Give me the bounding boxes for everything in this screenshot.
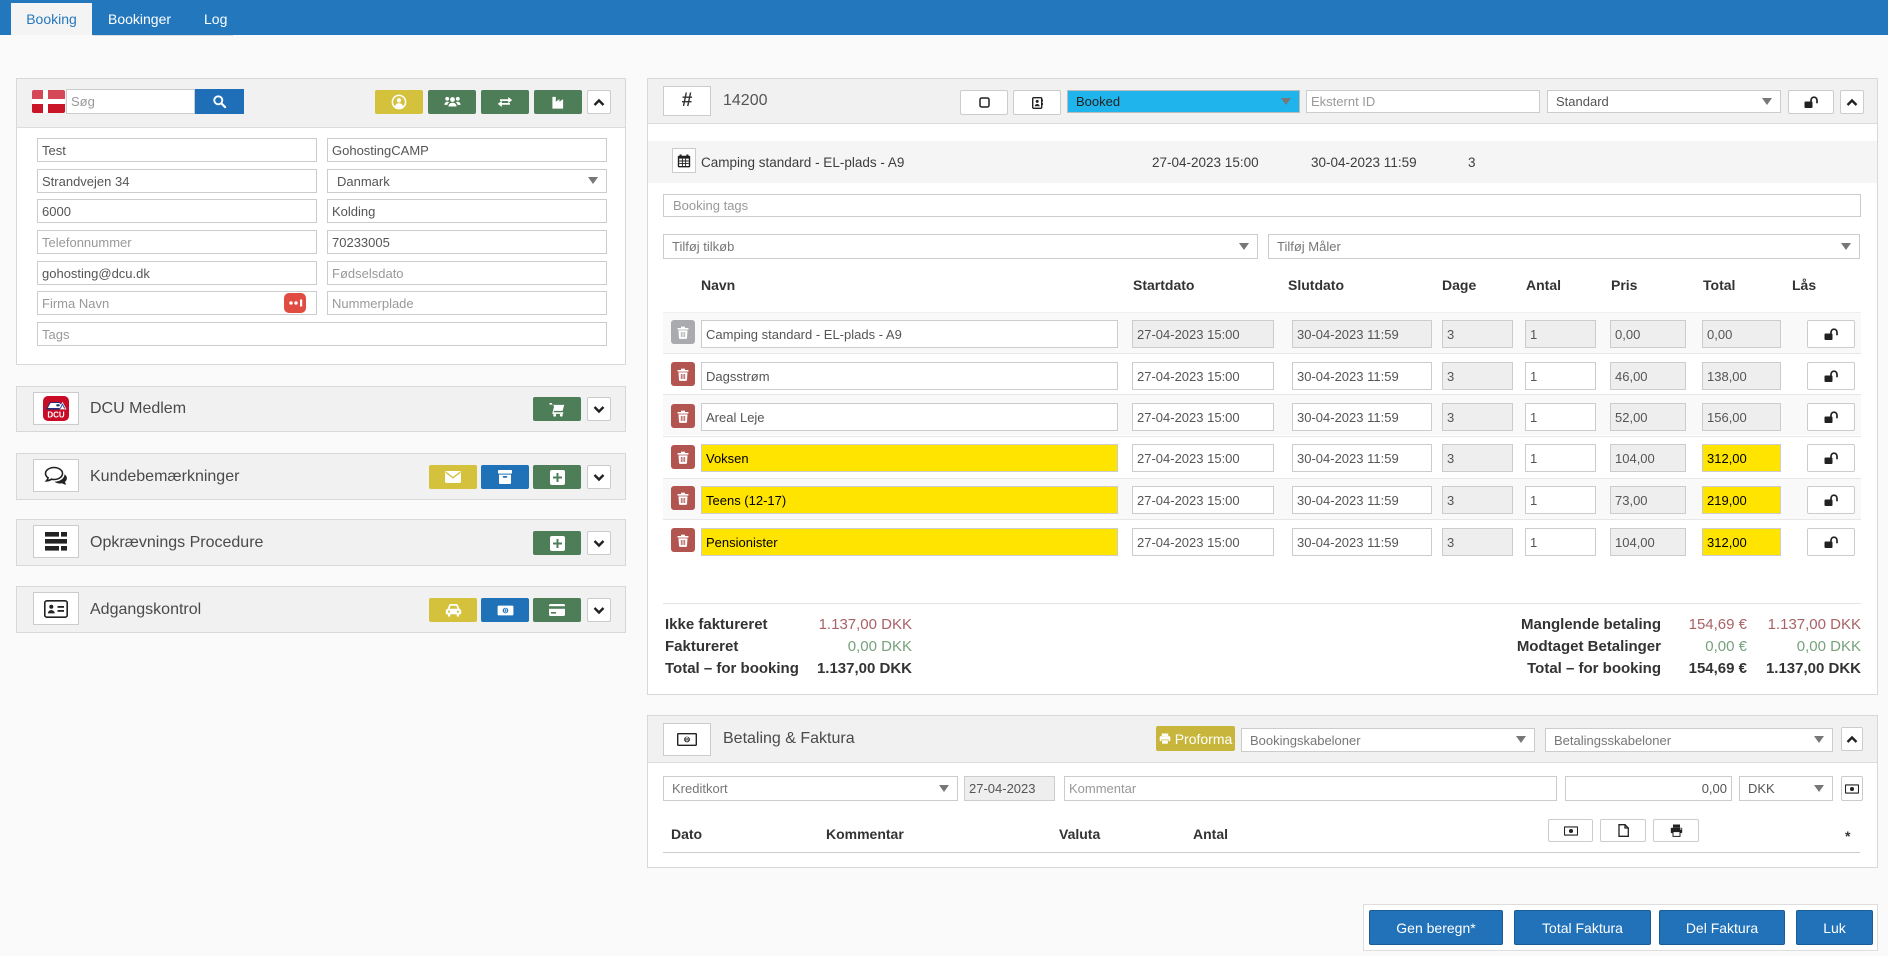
svg-text:0: 0 bbox=[503, 608, 506, 614]
svg-text:DCU: DCU bbox=[47, 411, 65, 420]
